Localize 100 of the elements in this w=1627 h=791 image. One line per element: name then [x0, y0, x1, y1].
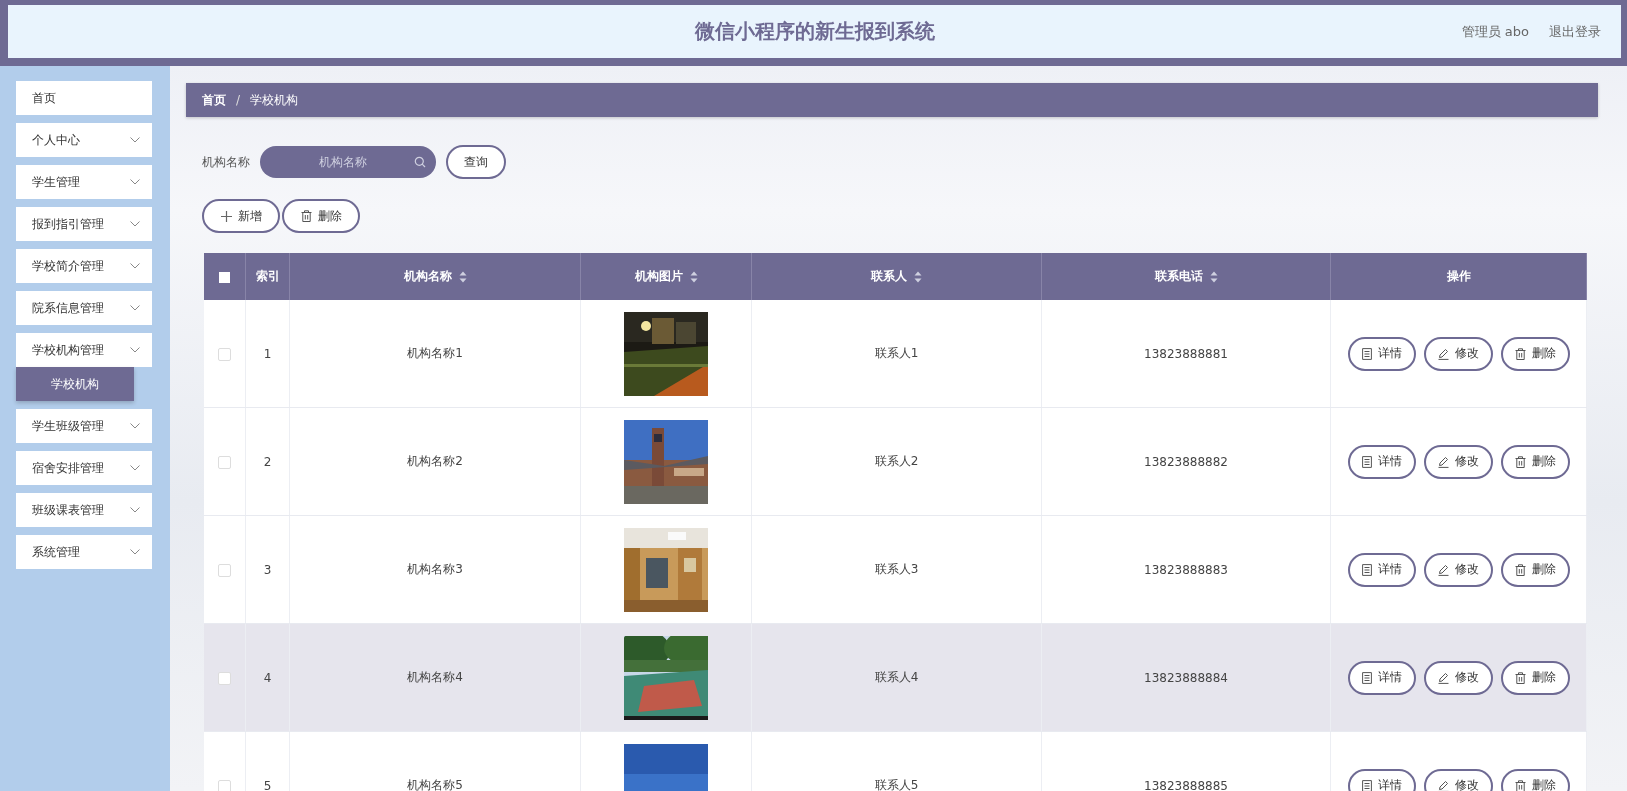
trash-icon: [1514, 455, 1526, 468]
chevron-down-icon: [130, 137, 140, 143]
row-checkbox[interactable]: [218, 347, 231, 361]
delete-button[interactable]: 删除: [282, 199, 360, 233]
edit-button[interactable]: 修改: [1423, 336, 1493, 371]
column-header[interactable]: 机构图片: [580, 253, 752, 300]
details-button[interactable]: 详情: [1347, 660, 1416, 695]
plus-icon: [220, 210, 232, 222]
table-cell: 联系人2: [874, 454, 919, 468]
table-cell: 13823888882: [1144, 454, 1228, 469]
breadcrumb-item[interactable]: 首页: [202, 91, 226, 109]
edit-button[interactable]: 修改: [1423, 660, 1493, 695]
trash-icon: [1514, 347, 1526, 360]
sidebar-item[interactable]: 报到指引管理: [16, 207, 152, 241]
search-label: 机构名称: [202, 153, 250, 171]
column-header: 操作: [1330, 253, 1587, 300]
sidebar-item[interactable]: 宿舍安排管理: [16, 451, 152, 485]
chevron-down-icon: [130, 507, 140, 513]
breadcrumb-separator: /: [236, 93, 241, 107]
sidebar-item[interactable]: 个人中心: [16, 123, 152, 157]
document-icon: [1361, 563, 1372, 576]
table-cell: 机构名称3: [407, 562, 463, 576]
sidebar-item[interactable]: 学生班级管理: [16, 409, 152, 443]
trash-icon: [1514, 563, 1526, 576]
document-icon: [1361, 671, 1372, 684]
pencil-icon: [1437, 779, 1449, 791]
document-icon: [1361, 455, 1372, 468]
sidebar-item[interactable]: 班级课表管理: [16, 493, 152, 527]
column-header[interactable]: 联系人: [751, 253, 1042, 300]
document-icon: [1361, 347, 1372, 360]
column-header[interactable]: 机构名称: [289, 253, 581, 300]
trash-icon: [1514, 779, 1526, 791]
sidebar-item[interactable]: 院系信息管理: [16, 291, 152, 325]
delete-button[interactable]: 删除: [1500, 768, 1570, 791]
chevron-down-icon: [130, 179, 140, 185]
table-cell: 机构名称1: [407, 346, 463, 360]
table-cell: 联系人3: [874, 562, 919, 576]
sidebar-item[interactable]: 系统管理: [16, 535, 152, 569]
details-button[interactable]: 详情: [1347, 552, 1416, 587]
chevron-down-icon: [130, 305, 140, 311]
chevron-down-icon: [130, 465, 140, 471]
trash-icon: [1514, 671, 1526, 684]
edit-button[interactable]: 修改: [1423, 552, 1493, 587]
delete-button[interactable]: 删除: [1500, 336, 1570, 371]
delete-button[interactable]: 删除: [1500, 444, 1570, 479]
table-cell: 3: [263, 562, 272, 577]
sort-icon[interactable]: [914, 270, 922, 283]
table-cell: 5: [263, 778, 272, 791]
column-header: 索引: [245, 253, 290, 300]
table-cell: 联系人1: [874, 346, 919, 360]
chevron-down-icon: [130, 423, 140, 429]
edit-button[interactable]: 修改: [1423, 768, 1493, 791]
table-cell: 13823888885: [1144, 778, 1228, 791]
delete-button[interactable]: 删除: [1500, 660, 1570, 695]
chevron-down-icon: [130, 221, 140, 227]
add-button[interactable]: 新增: [202, 199, 280, 233]
table-cell: 机构名称5: [407, 778, 463, 791]
table-cell: 2: [263, 454, 272, 469]
table-cell: 机构名称2: [407, 454, 463, 468]
edit-button[interactable]: 修改: [1423, 444, 1493, 479]
sidebar-item[interactable]: 学校机构管理: [16, 333, 152, 367]
logout-link[interactable]: 退出登录: [1549, 22, 1601, 41]
table-cell: 联系人4: [874, 670, 919, 684]
select-all-checkbox[interactable]: [219, 271, 230, 283]
pencil-icon: [1437, 671, 1449, 684]
table-cell: 4: [263, 670, 272, 685]
sidebar-item[interactable]: 首页: [16, 81, 152, 115]
table-cell: 机构名称4: [407, 670, 463, 684]
details-button[interactable]: 详情: [1347, 336, 1416, 371]
table-cell: 1: [263, 346, 272, 361]
details-button[interactable]: 详情: [1347, 444, 1416, 479]
chevron-down-icon: [130, 263, 140, 269]
table-cell: 13823888884: [1144, 670, 1228, 685]
sort-icon[interactable]: [1209, 270, 1218, 283]
breadcrumb-item: 学校机构: [250, 91, 299, 109]
chevron-down-icon: [130, 549, 140, 555]
app-title: 微信小程序的新生报到系统: [694, 18, 935, 45]
row-checkbox[interactable]: [218, 563, 231, 577]
document-icon: [1361, 779, 1372, 791]
delete-button[interactable]: 删除: [1500, 552, 1570, 587]
sort-icon[interactable]: [458, 270, 467, 283]
sidebar-subitem[interactable]: 学校机构: [16, 367, 134, 401]
pencil-icon: [1437, 455, 1449, 468]
pencil-icon: [1437, 563, 1449, 576]
table-cell: 联系人5: [874, 778, 919, 791]
query-button[interactable]: 查询: [446, 145, 506, 179]
column-header[interactable]: 联系电话: [1041, 253, 1331, 300]
sidebar-item[interactable]: 学生管理: [16, 165, 152, 199]
pencil-icon: [1437, 347, 1449, 360]
sidebar-item[interactable]: 学校简介管理: [16, 249, 152, 283]
row-checkbox[interactable]: [218, 671, 231, 685]
table-cell: 13823888881: [1144, 346, 1228, 361]
table-cell: 13823888883: [1144, 562, 1228, 577]
sort-icon[interactable]: [689, 270, 698, 283]
search-field[interactable]: 机构名称: [260, 146, 436, 178]
row-checkbox[interactable]: [218, 455, 231, 469]
row-checkbox[interactable]: [218, 779, 231, 791]
details-button[interactable]: 详情: [1347, 768, 1416, 791]
search-icon: [414, 156, 426, 168]
trash-icon: [300, 210, 312, 222]
